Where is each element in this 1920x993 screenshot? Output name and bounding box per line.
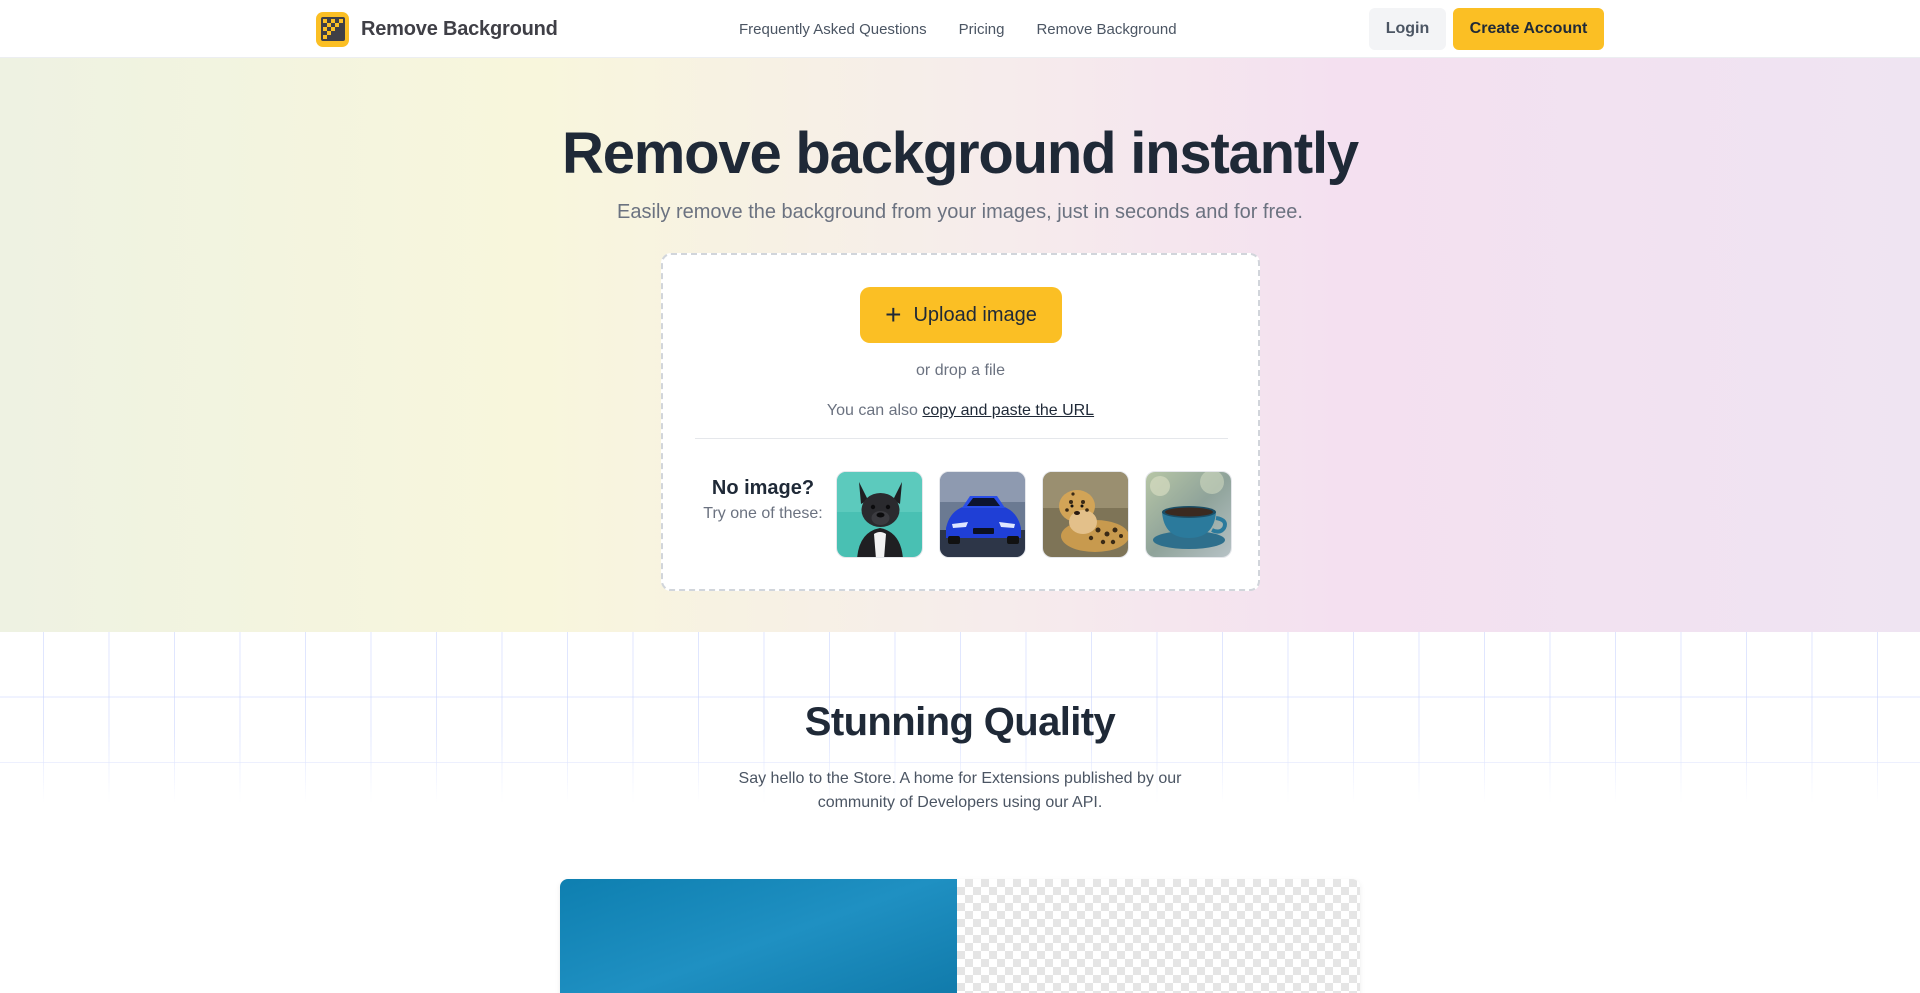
sample-image-dog[interactable] bbox=[836, 471, 923, 558]
nav-link-remove-background[interactable]: Remove Background bbox=[1036, 21, 1176, 38]
main-nav: Frequently Asked Questions Pricing Remov… bbox=[739, 0, 1177, 58]
plus-icon: + bbox=[885, 299, 902, 330]
brand-home-link[interactable]: Remove Background bbox=[316, 11, 558, 47]
leopard-thumbnail-icon bbox=[1043, 472, 1128, 557]
brand-name: Remove Background bbox=[361, 17, 558, 40]
no-image-title: No image? bbox=[711, 477, 815, 499]
before-image bbox=[560, 879, 957, 993]
dog-thumbnail-icon bbox=[837, 472, 922, 557]
nav-link-pricing[interactable]: Pricing bbox=[959, 21, 1005, 38]
cup-thumbnail-icon bbox=[1146, 472, 1231, 557]
login-button[interactable]: Login bbox=[1369, 8, 1446, 50]
quality-subtitle: Say hello to the Store. A home for Exten… bbox=[738, 770, 1182, 811]
no-image-subtitle: Try one of these: bbox=[703, 505, 823, 522]
car-thumbnail-icon bbox=[940, 472, 1025, 557]
hero-subtitle: Easily remove the background from your i… bbox=[617, 201, 1303, 223]
paste-url-prefix: You can also bbox=[826, 402, 918, 419]
quality-section: Stunning Quality Say hello to the Store.… bbox=[0, 632, 1920, 993]
hero-section: Remove background instantly Easily remov… bbox=[0, 58, 1920, 632]
create-account-button[interactable]: Create Account bbox=[1453, 8, 1604, 50]
sample-image-cup[interactable] bbox=[1145, 471, 1232, 558]
sample-images bbox=[836, 471, 1232, 558]
sample-image-leopard[interactable] bbox=[1042, 471, 1129, 558]
page-title: Remove background instantly bbox=[562, 121, 1359, 186]
nav-link-faq[interactable]: Frequently Asked Questions bbox=[739, 21, 927, 38]
upload-dropzone[interactable]: + Upload image or drop a file You can al… bbox=[661, 253, 1260, 591]
upload-button-label: Upload image bbox=[913, 303, 1037, 326]
before-after-comparison[interactable] bbox=[560, 879, 1360, 993]
paste-url-link[interactable]: copy and paste the URL bbox=[922, 402, 1094, 419]
transparent-after-image bbox=[957, 879, 1360, 993]
sample-images-label: No image? Try one of these: bbox=[691, 475, 835, 526]
sample-image-car[interactable] bbox=[939, 471, 1026, 558]
card-divider bbox=[695, 438, 1228, 439]
drop-file-hint: or drop a file bbox=[916, 362, 1005, 379]
navbar: Remove Background Frequently Asked Quest… bbox=[0, 0, 1920, 58]
quality-title: Stunning Quality bbox=[804, 700, 1116, 744]
upload-image-button[interactable]: + Upload image bbox=[860, 287, 1062, 343]
checkerboard-logo-icon bbox=[316, 11, 349, 47]
paste-url-hint: You can also copy and paste the URL bbox=[663, 402, 1258, 420]
